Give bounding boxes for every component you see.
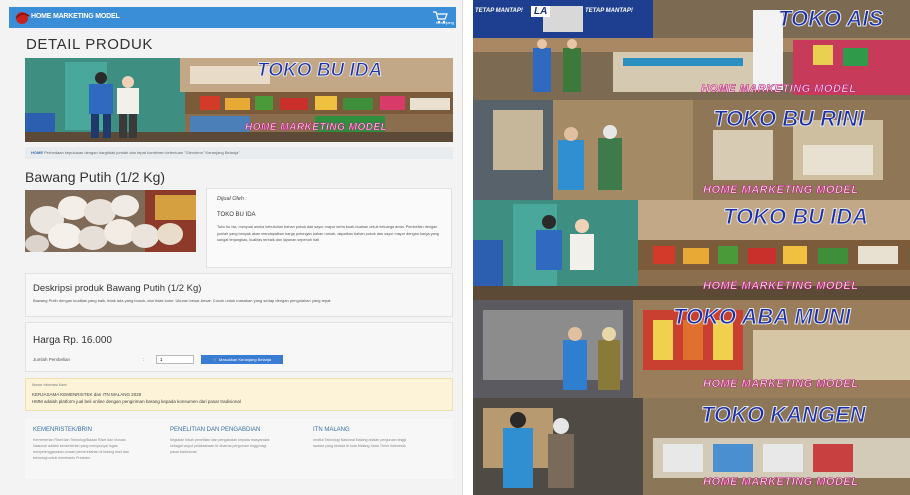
footer-col-itn: ITN MALANG Institut Teknologi Nasional M… [313, 427, 418, 449]
collage-tile-kangen: TOKO KANGEN HOME MARKETING MODEL [473, 398, 910, 495]
collage-watermark-3: HOME MARKETING MODEL [703, 280, 859, 293]
quantity-colon: : [143, 357, 145, 362]
notice-small: Nomor Informasi Kami [32, 383, 67, 387]
collage-sign-3: TOKO BU IDA [722, 204, 869, 230]
footer-col-penelitian: PENELITIAN DAN PENGABDIAN Kegiatan hibah… [170, 427, 275, 455]
price: Harga Rp. 16.000 [33, 335, 112, 346]
seller-description: Toko bu ida, menyuai aneka kebutuhan bah… [217, 225, 439, 242]
seller-card: Dijual Oleh : TOKO BU IDA Toko bu ida, m… [206, 188, 452, 268]
cart-label[interactable]: Keranjang [436, 20, 454, 25]
sold-by-label: Dijual Oleh : [217, 196, 247, 202]
description-box: Deskripsi produk Bawang Putih (1/2 Kg) B… [25, 273, 453, 317]
add-to-cart-label: Masukkan Keranjang Belanja [219, 357, 272, 362]
footer-text: Kegiatan hibah penelitian dan pengabdian… [170, 438, 270, 454]
collage-tile-bu-rini: TOKO BU RINI HOME MARKETING MODEL [473, 100, 910, 200]
description-text: Bawang Putih dengan kualitas yang baik, … [33, 298, 331, 303]
footer-text: Institut Teknologi Nasional Malang adala… [313, 438, 407, 448]
purchase-box: Harga Rp. 16.000 Jumlah Pembelian : 🛒 Ma… [25, 322, 453, 372]
cart-button-icon: 🛒 [212, 357, 218, 362]
collage-watermark-1: HOME MARKETING MODEL [701, 83, 857, 96]
collage-sign-4: TOKO ABA MUNI [673, 304, 852, 330]
top-navbar: HOME MARKETING MODEL Keranjang [9, 7, 456, 28]
product-title: Bawang Putih (1/2 Kg) [25, 169, 166, 185]
shop-photo [25, 58, 453, 142]
page-title: DETAIL PRODUK [26, 36, 153, 53]
footer-heading[interactable]: ITN MALANG [313, 427, 418, 433]
collage-sign-1: TOKO AIS [777, 6, 884, 32]
footer-heading[interactable]: PENELITIAN DAN PENGABDIAN [170, 427, 275, 433]
product-image [25, 190, 196, 252]
breadcrumb-text: Perbedaan keputusan dengan hargtidak jum… [44, 150, 240, 155]
website-screenshot: HOME MARKETING MODEL Keranjang DETAIL PR… [0, 0, 463, 495]
breadcrumb-home[interactable]: HOME [31, 150, 43, 155]
seller-name[interactable]: TOKO BU IDA [217, 212, 256, 218]
shop-banner: TOKO BU IDA HOME MARKETING MODEL [25, 58, 453, 142]
collage-watermark-2: HOME MARKETING MODEL [703, 184, 859, 197]
collage-watermark-5: HOME MARKETING MODEL [703, 476, 859, 489]
banner-watermark: HOME MARKETING MODEL [245, 122, 388, 134]
collage-tile-bu-ida: TOKO BU IDA HOME MARKETING MODEL [473, 200, 910, 300]
description-title: Deskripsi produk Bawang Putih (1/2 Kg) [33, 283, 202, 294]
add-to-cart-button[interactable]: 🛒 Masukkan Keranjang Belanja [201, 355, 283, 364]
collage-tile-aba-muni: TOKO ABA MUNI HOME MARKETING MODEL [473, 300, 910, 398]
footer: KEMENRISTEK/BRIN Kementerian Riset dan T… [25, 419, 453, 479]
collage-banner-logo: LA [531, 6, 551, 17]
collage-sign-2: TOKO BU RINI [712, 106, 865, 132]
notice-line-2: HMM adalah platform jual beli online den… [32, 399, 241, 404]
notice-line-1: KERJASAMA KEMENRISTEK dan ITN MALANG 202… [32, 392, 142, 397]
quantity-input[interactable] [156, 355, 194, 364]
collage-sign-5: TOKO KANGEN [701, 402, 867, 428]
footer-col-kemenristek: KEMENRISTEK/BRIN Kementerian Riset dan T… [33, 427, 138, 461]
collage-tile-aisyah: TOKO AIS TETAP MANTAP! LA TETAP MANTAP! … [473, 0, 910, 100]
brand-name[interactable]: HOME MARKETING MODEL [31, 13, 120, 20]
collage-banner-text-left: TETAP MANTAP! [475, 8, 523, 14]
collage-watermark-4: HOME MARKETING MODEL [703, 378, 859, 391]
collage-banner-text-right: TETAP MANTAP! [585, 8, 633, 14]
shop-collage: TOKO AIS TETAP MANTAP! LA TETAP MANTAP! … [473, 0, 910, 495]
notice-box: Nomor Informasi Kami KERJASAMA KEMENRIST… [25, 378, 453, 411]
breadcrumb: HOME Perbedaan keputusan dengan hargtida… [25, 147, 453, 159]
footer-heading[interactable]: KEMENRISTEK/BRIN [33, 427, 138, 433]
figure-root: HOME MARKETING MODEL Keranjang DETAIL PR… [0, 0, 910, 495]
footer-text: Kementerian Riset dan Teknologi/Badan Ri… [33, 438, 129, 460]
quantity-label: Jumlah Pembelian [33, 357, 71, 362]
banner-shop-sign: TOKO BU IDA [256, 60, 383, 82]
